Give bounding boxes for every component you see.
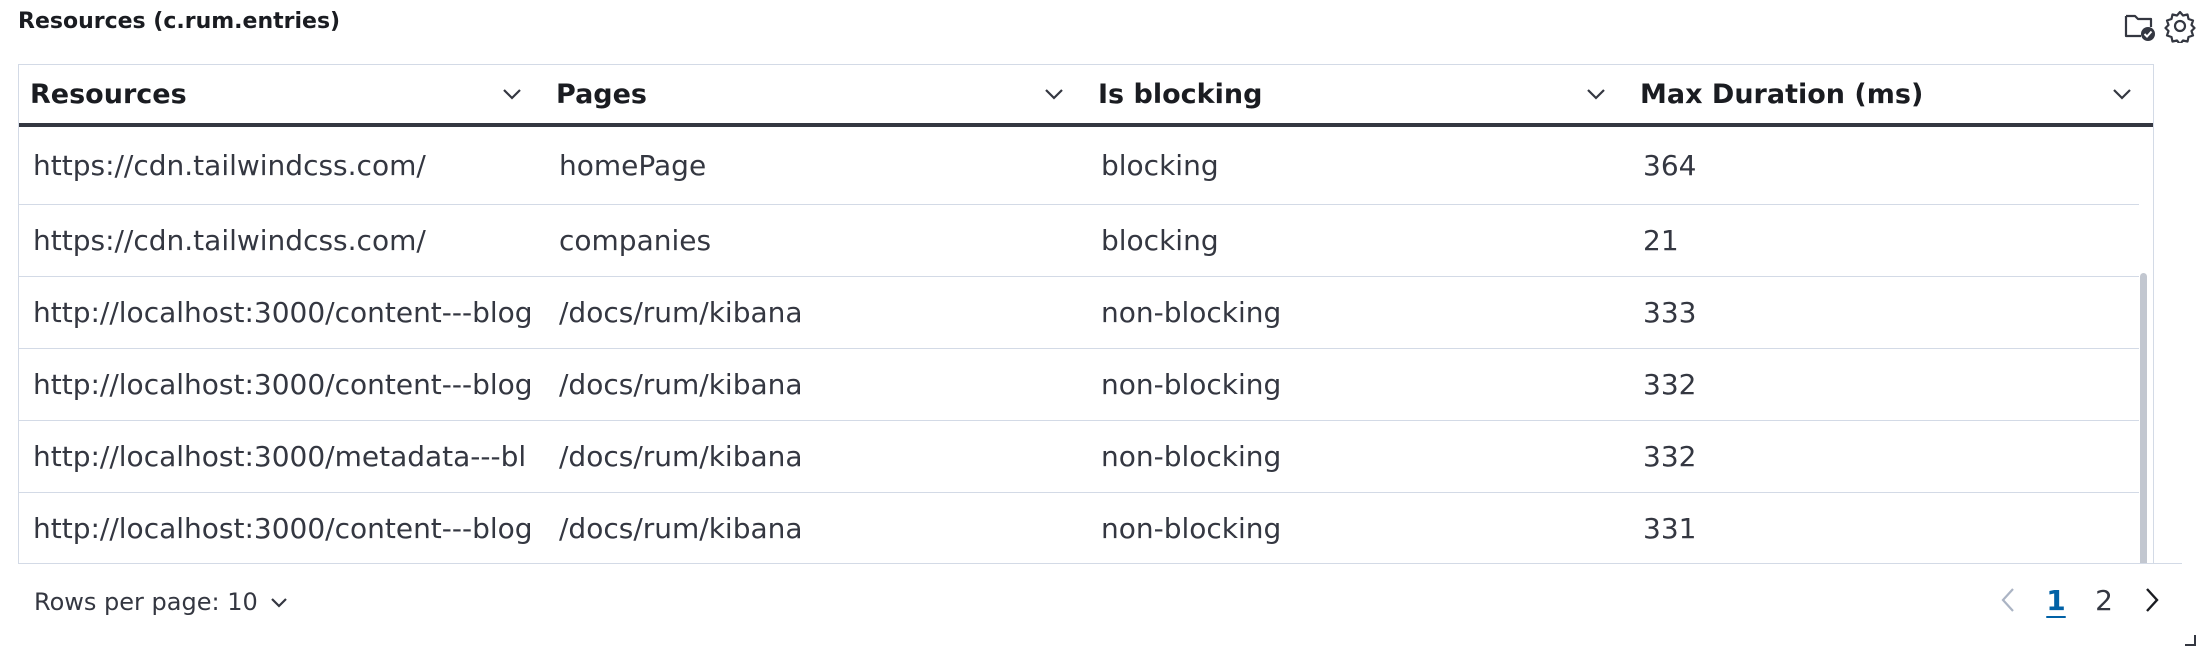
resize-handle-icon[interactable] <box>2184 634 2196 646</box>
scrollbar-thumb[interactable] <box>2140 273 2147 564</box>
cell-page[interactable]: homePage <box>545 127 1087 204</box>
cell-resource[interactable]: http://localhost:3000/content---blog <box>19 277 545 348</box>
cell-resource[interactable]: http://localhost:3000/content---blog <box>19 349 545 420</box>
previous-page-button[interactable] <box>1984 576 2032 624</box>
chevron-left-icon <box>2001 588 2014 612</box>
cell-is-blocking[interactable]: non-blocking <box>1087 349 1629 420</box>
table-row[interactable]: http://localhost:3000/content---blog /do… <box>19 277 2153 349</box>
cell-text: /docs/rum/kibana <box>559 368 803 401</box>
cell-max-duration[interactable]: 21 <box>1629 205 2153 276</box>
cell-text: 332 <box>1643 368 1697 401</box>
cell-max-duration[interactable]: 364 <box>1629 127 2153 204</box>
chevron-down-icon[interactable] <box>492 74 532 114</box>
column-header-label: Pages <box>556 78 647 110</box>
chevron-right-icon <box>2146 588 2159 612</box>
column-header-label: Is blocking <box>1098 78 1263 110</box>
cell-text: http://localhost:3000/content---blog <box>33 512 533 545</box>
chevron-down-icon[interactable] <box>1576 74 1616 114</box>
cell-resource[interactable]: https://cdn.tailwindcss.com/ <box>19 205 545 276</box>
grid-body: https://cdn.tailwindcss.com/ homePage bl… <box>19 127 2153 564</box>
cell-is-blocking[interactable]: blocking <box>1087 127 1629 204</box>
cell-text: /docs/rum/kibana <box>559 296 803 329</box>
folder-check-button[interactable] <box>2120 6 2160 46</box>
cell-text: non-blocking <box>1101 368 1282 401</box>
cell-text: companies <box>559 224 712 257</box>
cell-page[interactable]: /docs/rum/kibana <box>545 277 1087 348</box>
cell-max-duration[interactable]: 331 <box>1629 493 2153 564</box>
cell-page[interactable]: companies <box>545 205 1087 276</box>
column-header-label: Max Duration (ms) <box>1640 78 1924 110</box>
grid-footer: Rows per page: 10 1 2 <box>18 563 2182 643</box>
column-header-is-blocking[interactable]: Is blocking <box>1087 65 1629 123</box>
cell-is-blocking[interactable]: blocking <box>1087 205 1629 276</box>
cell-page[interactable]: /docs/rum/kibana <box>545 421 1087 492</box>
cell-text: non-blocking <box>1101 440 1282 473</box>
data-grid: Resources Pages Is blocking Max Duration… <box>18 64 2154 564</box>
cell-text: 333 <box>1643 296 1697 329</box>
cell-text: non-blocking <box>1101 296 1282 329</box>
rows-per-page-label: Rows per page: 10 <box>34 588 258 616</box>
cell-text: http://localhost:3000/content---blog <box>33 296 533 329</box>
cell-text: 364 <box>1643 149 1697 182</box>
cell-text: 21 <box>1643 224 1679 257</box>
chevron-down-icon[interactable] <box>1034 74 1074 114</box>
column-header-pages[interactable]: Pages <box>545 65 1087 123</box>
vertical-scrollbar[interactable] <box>2139 127 2153 564</box>
column-header-label: Resources <box>30 78 187 110</box>
table-row[interactable]: http://localhost:3000/metadata---bl /doc… <box>19 421 2153 493</box>
next-page-button[interactable] <box>2128 576 2176 624</box>
cell-text: https://cdn.tailwindcss.com/ <box>33 149 426 182</box>
cell-resource[interactable]: https://cdn.tailwindcss.com/ <box>19 127 545 204</box>
cell-is-blocking[interactable]: non-blocking <box>1087 493 1629 564</box>
grid-header: Resources Pages Is blocking Max Duration… <box>19 65 2153 127</box>
cell-max-duration[interactable]: 332 <box>1629 349 2153 420</box>
cell-text: /docs/rum/kibana <box>559 512 803 545</box>
cell-text: http://localhost:3000/metadata---bl <box>33 440 527 473</box>
cell-text: 331 <box>1643 512 1697 545</box>
cell-resource[interactable]: http://localhost:3000/content---blog <box>19 493 545 564</box>
cell-text: https://cdn.tailwindcss.com/ <box>33 224 426 257</box>
column-header-max-duration[interactable]: Max Duration (ms) <box>1629 65 2153 123</box>
cell-max-duration[interactable]: 332 <box>1629 421 2153 492</box>
cell-is-blocking[interactable]: non-blocking <box>1087 277 1629 348</box>
pagination: 1 2 <box>1984 576 2176 624</box>
cell-text: 332 <box>1643 440 1697 473</box>
cell-text: non-blocking <box>1101 512 1282 545</box>
column-header-resources[interactable]: Resources <box>19 65 545 123</box>
panel-actions <box>2120 6 2200 46</box>
table-row[interactable]: http://localhost:3000/content---blog /do… <box>19 349 2153 421</box>
cell-page[interactable]: /docs/rum/kibana <box>545 493 1087 564</box>
cell-text: http://localhost:3000/content---blog <box>33 368 533 401</box>
page-button-2[interactable]: 2 <box>2080 576 2128 624</box>
folder-check-icon <box>2124 14 2155 41</box>
cell-text: blocking <box>1101 224 1219 257</box>
chevron-down-icon <box>270 597 288 608</box>
resources-panel: Resources (c.rum.entries) Resources Page… <box>0 0 2200 650</box>
table-row[interactable]: http://localhost:3000/content---blog /do… <box>19 493 2153 564</box>
table-row[interactable]: https://cdn.tailwindcss.com/ companies b… <box>19 205 2153 277</box>
cell-is-blocking[interactable]: non-blocking <box>1087 421 1629 492</box>
rows-per-page-button[interactable]: Rows per page: 10 <box>34 588 288 616</box>
cell-text: homePage <box>559 149 707 182</box>
cell-text: blocking <box>1101 149 1219 182</box>
page-button-1[interactable]: 1 <box>2032 576 2080 624</box>
chevron-down-icon[interactable] <box>2102 74 2142 114</box>
table-row[interactable]: https://cdn.tailwindcss.com/ homePage bl… <box>19 127 2153 205</box>
cell-page[interactable]: /docs/rum/kibana <box>545 349 1087 420</box>
panel-title: Resources (c.rum.entries) <box>18 9 341 34</box>
cell-max-duration[interactable]: 333 <box>1629 277 2153 348</box>
cell-resource[interactable]: http://localhost:3000/metadata---bl <box>19 421 545 492</box>
cell-text: /docs/rum/kibana <box>559 440 803 473</box>
settings-button[interactable] <box>2160 6 2200 46</box>
gear-icon <box>2164 10 2196 43</box>
